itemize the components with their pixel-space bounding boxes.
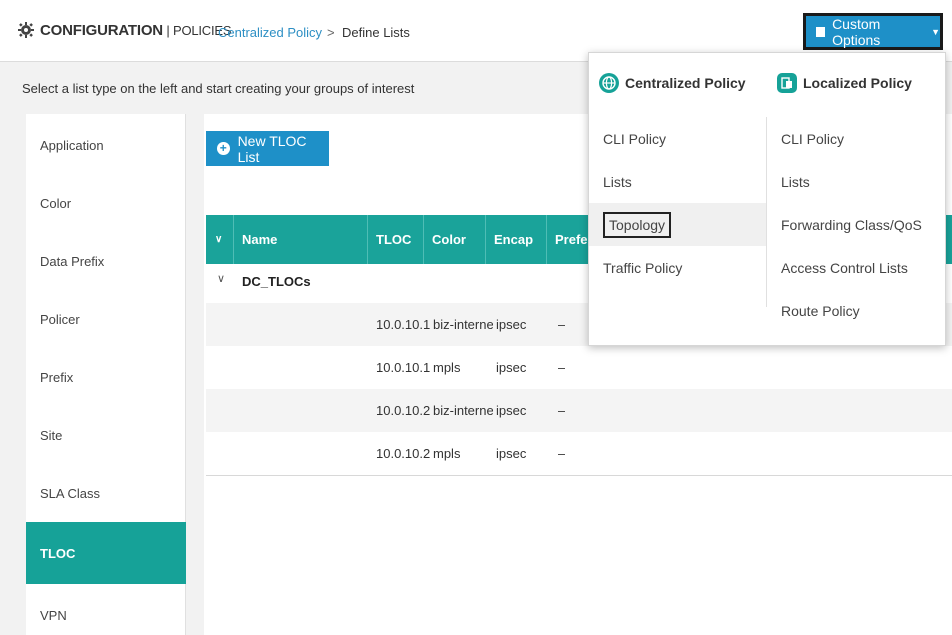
menu-item-access-control-lists[interactable]: Access Control Lists [767, 246, 947, 289]
sidebar-item-policer[interactable]: Policer [26, 290, 186, 348]
left-gutter [0, 114, 26, 635]
localized-policy-heading-label: Localized Policy [803, 75, 912, 91]
menu-item-centralized-lists[interactable]: Lists [589, 160, 767, 203]
column-header-name[interactable]: Name [234, 215, 368, 264]
plus-icon: + [217, 142, 230, 155]
cell-encap: ipsec [496, 360, 527, 375]
cell-preference: – [558, 446, 566, 461]
sidebar-item-prefix[interactable]: Prefix [26, 348, 186, 406]
new-tloc-list-button[interactable]: + New TLOC List [206, 131, 329, 166]
expand-all-chevron-icon[interactable]: ∨ [206, 215, 234, 264]
cell-encap: ipsec [496, 317, 527, 332]
sidebar-item-color[interactable]: Color [26, 174, 186, 232]
title-configuration: CONFIGURATION [40, 22, 163, 39]
cell-color: mpls [433, 360, 461, 375]
breadcrumb-separator: > [327, 25, 335, 40]
centralized-policy-column: Centralized Policy CLI Policy Lists Topo… [589, 53, 767, 347]
custom-options-menu: Centralized Policy CLI Policy Lists Topo… [588, 52, 946, 346]
gear-icon [18, 22, 34, 38]
breadcrumb-define-lists: Define Lists [342, 25, 410, 40]
chevron-down-icon[interactable]: ∨ [217, 272, 225, 285]
table-row: 10.0.10.2 biz-interne ipsec – [206, 389, 952, 432]
square-icon [816, 26, 826, 37]
column-header-color[interactable]: Color [424, 215, 486, 264]
sidebar-item-vpn[interactable]: VPN [26, 586, 186, 635]
cell-tloc: 10.0.10.2 [376, 403, 431, 418]
middle-gutter [186, 114, 204, 635]
breadcrumb-centralized-policy[interactable]: Centralized Policy [218, 25, 322, 40]
cell-preference: – [558, 360, 566, 375]
new-tloc-list-label: New TLOC List [237, 132, 307, 165]
cell-color: mpls [433, 446, 461, 461]
custom-options-button[interactable]: Custom Options ▼ [803, 13, 943, 50]
sidebar-item-application[interactable]: Application [26, 116, 186, 174]
column-header-tloc[interactable]: TLOC [368, 215, 424, 264]
menu-item-topology-label: Topology [603, 211, 672, 238]
sidebar-item-sla-class[interactable]: SLA Class [26, 464, 186, 522]
cell-tloc: 10.0.10.1 [376, 360, 431, 375]
menu-item-route-policy[interactable]: Route Policy [767, 289, 947, 332]
column-header-encap[interactable]: Encap [486, 215, 547, 264]
cell-tloc: 10.0.10.2 [376, 446, 431, 461]
menu-item-localized-lists[interactable]: Lists [767, 160, 947, 203]
globe-icon [599, 73, 619, 93]
title-separator: | [162, 23, 173, 38]
sidebar-item-site[interactable]: Site [26, 406, 186, 464]
centralized-policy-heading: Centralized Policy [599, 73, 746, 93]
device-icon [777, 73, 797, 93]
instruction-text: Select a list type on the left and start… [22, 81, 415, 96]
cell-color: biz-interne [433, 403, 493, 418]
table-divider [206, 475, 952, 476]
localized-policy-column: Localized Policy CLI Policy Lists Forwar… [767, 53, 947, 347]
caret-down-icon: ▼ [931, 26, 940, 37]
cell-encap: ipsec [496, 403, 527, 418]
menu-item-centralized-cli-policy[interactable]: CLI Policy [589, 117, 767, 160]
menu-item-forwarding-class-qos[interactable]: Forwarding Class/QoS [767, 203, 947, 246]
table-row: 10.0.10.2 mpls ipsec – [206, 432, 952, 475]
custom-options-label: Custom Options [832, 15, 881, 48]
list-type-sidebar: Application Color Data Prefix Policer Pr… [26, 114, 186, 635]
centralized-policy-heading-label: Centralized Policy [625, 75, 746, 91]
cell-color: biz-interne [433, 317, 493, 332]
table-row: 10.0.10.1 mpls ipsec – [206, 346, 952, 389]
menu-item-localized-cli-policy[interactable]: CLI Policy [767, 117, 947, 160]
cell-preference: – [558, 317, 566, 332]
localized-policy-heading: Localized Policy [777, 73, 912, 93]
cell-encap: ipsec [496, 446, 527, 461]
tloc-list-name: DC_TLOCs [242, 274, 311, 289]
sidebar-item-data-prefix[interactable]: Data Prefix [26, 232, 186, 290]
sidebar-item-tloc[interactable]: TLOC [26, 522, 186, 584]
cell-tloc: 10.0.10.1 [376, 317, 431, 332]
cell-preference: – [558, 403, 566, 418]
menu-item-traffic-policy[interactable]: Traffic Policy [589, 246, 767, 289]
menu-item-topology[interactable]: Topology [589, 203, 767, 246]
page-title: CONFIGURATION | POLICIES [40, 22, 232, 39]
